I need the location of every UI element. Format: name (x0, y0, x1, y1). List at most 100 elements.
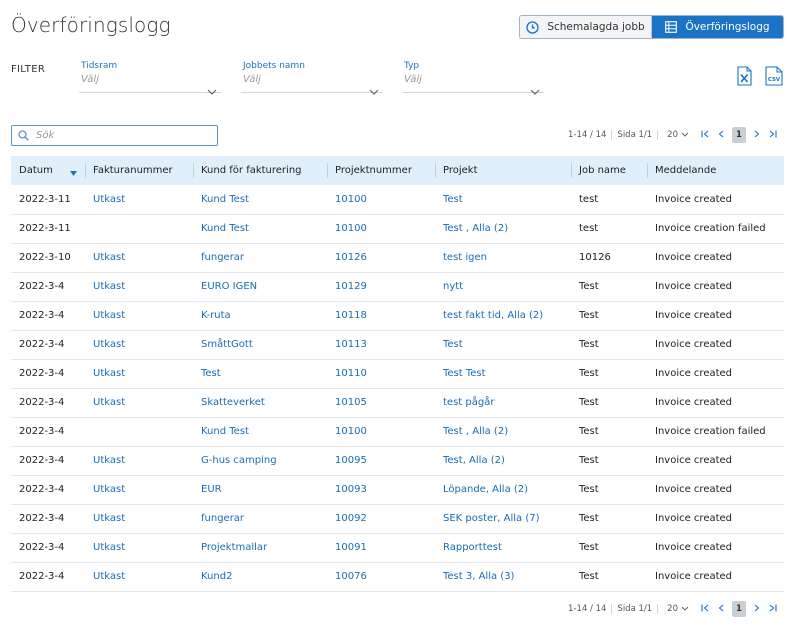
transfer-log-label: Överföringslogg (685, 21, 770, 33)
cell-project[interactable]: SEK poster, Alla (7) (435, 504, 571, 534)
chevron-down-icon (207, 80, 217, 99)
cell-project-number[interactable]: 10118 (327, 301, 435, 331)
cell-project[interactable]: nytt (435, 272, 571, 302)
cell-project[interactable]: Test (435, 330, 571, 360)
column-header-job-name[interactable]: Job name (571, 156, 647, 185)
cell-project-number[interactable]: 10076 (327, 562, 435, 592)
export-excel-button[interactable] (737, 66, 752, 90)
cell-billing-customer[interactable]: Projektmallar (193, 533, 327, 563)
search-icon (18, 126, 29, 145)
cell-job-name: Test (571, 359, 647, 389)
cell-job-name: Test (571, 301, 647, 331)
cell-project[interactable]: test fakt tid, Alla (2) (435, 301, 571, 331)
cell-project-number[interactable]: 10129 (327, 272, 435, 302)
cell-project[interactable]: Test, Alla (2) (435, 446, 571, 476)
column-header-project[interactable]: Projekt (435, 156, 571, 185)
last-page-icon[interactable] (768, 604, 777, 615)
timeframe-select[interactable]: Tidsram Välj (79, 61, 221, 95)
cell-invoice-number[interactable]: Utkast (85, 272, 193, 302)
cell-billing-customer[interactable]: EURO IGEN (193, 272, 327, 302)
cell-job-name: test (571, 185, 647, 215)
column-header-date[interactable]: Datum (11, 156, 85, 185)
cell-billing-customer[interactable]: fungerar (193, 243, 327, 273)
cell-message: Invoice created (647, 475, 784, 505)
cell-project[interactable]: Test Test (435, 359, 571, 389)
cell-invoice-number[interactable]: Utkast (85, 533, 193, 563)
cell-billing-customer[interactable]: Test (193, 359, 327, 389)
column-header-billing-customer[interactable]: Kund för fakturering (193, 156, 327, 185)
cell-invoice-number[interactable]: Utkast (85, 359, 193, 389)
job-name-select[interactable]: Jobbets namn Välj (241, 61, 383, 95)
first-page-icon[interactable] (701, 604, 710, 615)
scheduled-jobs-label: Schemalagda jobb (547, 21, 645, 33)
cell-project-number[interactable]: 10095 (327, 446, 435, 476)
cell-billing-customer[interactable]: G-hus camping (193, 446, 327, 476)
cell-project[interactable]: Rapporttest (435, 533, 571, 563)
per-page-select[interactable]: 20 (667, 130, 689, 140)
cell-billing-customer[interactable]: Kund2 (193, 562, 327, 592)
cell-message: Invoice created (647, 562, 784, 592)
column-header-project-number[interactable]: Projektnummer (327, 156, 435, 185)
cell-project-number[interactable]: 10126 (327, 243, 435, 273)
last-page-icon[interactable] (768, 130, 777, 141)
cell-invoice-number[interactable]: Utkast (85, 446, 193, 476)
cell-billing-customer[interactable]: Kund Test (193, 185, 327, 215)
cell-project[interactable]: Test , Alla (2) (435, 214, 571, 244)
table-row: 2022-3-4 Utkast Skatteverket 10105 test pågå… (11, 388, 784, 418)
next-page-icon[interactable] (754, 604, 760, 615)
cell-billing-customer[interactable]: K-ruta (193, 301, 327, 331)
cell-invoice-number[interactable]: Utkast (85, 185, 193, 215)
cell-project-number[interactable]: 10113 (327, 330, 435, 360)
cell-project[interactable]: Test , Alla (2) (435, 417, 571, 447)
transfer-log-button[interactable]: Överföringslogg (652, 16, 783, 38)
cell-invoice-number[interactable]: Utkast (85, 330, 193, 360)
cell-date: 2022-3-10 (11, 243, 85, 273)
prev-page-icon[interactable] (718, 604, 724, 615)
cell-invoice-number[interactable]: Utkast (85, 243, 193, 273)
cell-project[interactable]: Test 3, Alla (3) (435, 562, 571, 592)
cell-project-number[interactable]: 10091 (327, 533, 435, 563)
cell-billing-customer[interactable]: Kund Test (193, 214, 327, 244)
per-page-value: 20 (667, 604, 678, 614)
cell-billing-customer[interactable]: SmåttGott (193, 330, 327, 360)
cell-project-number[interactable]: 10110 (327, 359, 435, 389)
cell-billing-customer[interactable]: EUR (193, 475, 327, 505)
cell-project[interactable]: test pågår (435, 388, 571, 418)
csv-icon-text: CSV (768, 77, 781, 83)
cell-project-number[interactable]: 10100 (327, 214, 435, 244)
cell-project[interactable]: Test (435, 185, 571, 215)
cell-invoice-number[interactable]: Utkast (85, 562, 193, 592)
first-page-icon[interactable] (701, 130, 710, 141)
search-input[interactable] (36, 130, 206, 141)
next-page-icon[interactable] (754, 130, 760, 141)
type-select[interactable]: Typ Välj (402, 61, 544, 95)
prev-page-icon[interactable] (718, 130, 724, 141)
cell-project-number[interactable]: 10100 (327, 185, 435, 215)
cell-invoice-number[interactable]: Utkast (85, 301, 193, 331)
cell-billing-customer[interactable]: Kund Test (193, 417, 327, 447)
cell-project[interactable]: Löpande, Alla (2) (435, 475, 571, 505)
cell-project-number[interactable]: 10092 (327, 504, 435, 534)
cell-project[interactable]: test igen (435, 243, 571, 273)
job-name-label: Jobbets namn (243, 61, 305, 71)
cell-invoice-number[interactable]: Utkast (85, 504, 193, 534)
cell-job-name: Test (571, 417, 647, 447)
current-page-button[interactable]: 1 (732, 601, 746, 617)
cell-invoice-number[interactable]: Utkast (85, 388, 193, 418)
cell-project-number[interactable]: 10093 (327, 475, 435, 505)
per-page-select[interactable]: 20 (667, 604, 689, 614)
column-header-invoice-number[interactable]: Fakturanummer (85, 156, 193, 185)
view-toggle: Schemalagda jobb Överföringslogg (519, 15, 784, 39)
search-box[interactable] (11, 125, 218, 146)
current-page-button[interactable]: 1 (732, 127, 746, 143)
cell-project-number[interactable]: 10105 (327, 388, 435, 418)
column-header-message[interactable]: Meddelande (647, 156, 784, 185)
table-row: 2022-3-4 Utkast fungerar 10092 SEK poster, A… (11, 504, 784, 534)
scheduled-jobs-button[interactable]: Schemalagda jobb (520, 16, 652, 38)
cell-project-number[interactable]: 10100 (327, 417, 435, 447)
cell-billing-customer[interactable]: fungerar (193, 504, 327, 534)
cell-invoice-number[interactable]: Utkast (85, 475, 193, 505)
export-csv-button[interactable]: CSV (765, 66, 783, 90)
cell-job-name: Test (571, 562, 647, 592)
cell-billing-customer[interactable]: Skatteverket (193, 388, 327, 418)
